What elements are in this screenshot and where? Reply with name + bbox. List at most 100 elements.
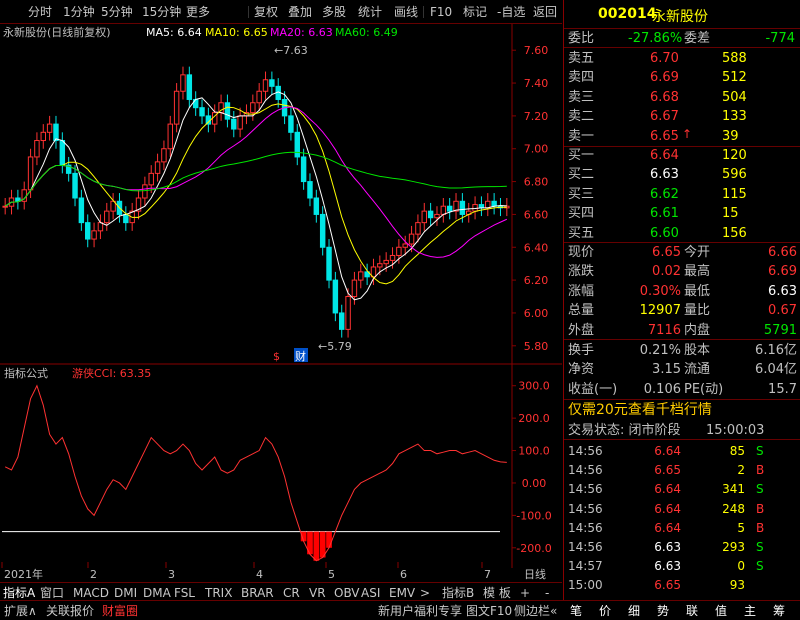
- indicator-tab[interactable]: TRIX: [205, 585, 232, 601]
- weicha-value: -774: [765, 31, 795, 46]
- tick-time: 14:56: [568, 520, 603, 535]
- panel-tab[interactable]: 价: [599, 603, 611, 619]
- price-tick-label: 6.00: [524, 307, 549, 320]
- indicator-tab[interactable]: CR: [283, 585, 300, 601]
- order-level: 卖四: [568, 70, 595, 86]
- candle-body: [78, 197, 85, 224]
- order-row[interactable]: 卖三 6.68 504: [564, 88, 800, 107]
- toolbar-item[interactable]: 复权: [254, 4, 278, 20]
- order-price: 6.62: [650, 186, 679, 202]
- chart-toolbar: 分时 1分钟 5分钟 15分钟 更多 复权 叠加 多股 统计 画线 F10 标记 -自选 返回: [0, 0, 562, 24]
- toolbar-item[interactable]: 画线: [394, 4, 418, 20]
- order-row[interactable]: 卖五 6.70 588: [564, 49, 800, 68]
- toolbar-item[interactable]: 叠加: [288, 4, 312, 20]
- order-volume: 133: [722, 109, 747, 125]
- indicator-tab[interactable]: VR: [309, 585, 326, 601]
- panel-tab[interactable]: 主: [744, 603, 756, 619]
- order-row[interactable]: 买四 6.61 15: [564, 204, 800, 223]
- toolbar-item[interactable]: 标记: [463, 4, 487, 20]
- indicator-tab[interactable]: 指标B: [442, 585, 474, 601]
- candle-body: [339, 312, 345, 330]
- panel-tab[interactable]: 联: [686, 603, 698, 619]
- kline-chart[interactable]: 7.60 7.40 7.20 7.00 6.80 6.60 6.40 6.20 6.00 5.80…: [0, 24, 562, 584]
- status-link[interactable]: 图文F10: [466, 603, 512, 619]
- stock-name: 永新股份: [652, 9, 708, 25]
- tick-time: 14:56: [568, 463, 603, 478]
- tick-time: 14:56: [568, 540, 603, 554]
- order-price: 6.64: [650, 148, 679, 163]
- order-row[interactable]: 买五 6.60 156: [564, 224, 800, 243]
- toolbar-item[interactable]: 多股: [322, 4, 346, 20]
- order-row[interactable]: 卖四 6.69 512: [564, 68, 800, 87]
- indicator-tab[interactable]: MACD: [73, 585, 109, 601]
- weibi-row: 委比 -27.86% 委差 -774: [564, 29, 800, 48]
- dividend-marker[interactable]: $: [273, 350, 280, 363]
- indicator-tab[interactable]: BRAR: [241, 585, 274, 601]
- indicator-tab[interactable]: 指标A: [3, 585, 35, 601]
- status-link[interactable]: 新用户福利专享: [378, 603, 462, 619]
- indicator-tab[interactable]: DMA: [143, 585, 171, 601]
- toolbar-item[interactable]: 15分钟: [142, 4, 181, 20]
- order-level: 卖一: [568, 128, 595, 144]
- status-tab[interactable]: 扩展∧: [4, 603, 37, 619]
- quote-row: 涨跌 0.02 最高 6.69: [564, 262, 800, 281]
- toolbar-item[interactable]: 更多: [186, 4, 210, 20]
- order-row[interactable]: 买三 6.62 115: [564, 185, 800, 204]
- toolbar-item[interactable]: 分时: [28, 4, 52, 20]
- indicator-tab[interactable]: +: [520, 585, 530, 601]
- indicator-tab[interactable]: ASI: [361, 585, 380, 601]
- indicator-tab[interactable]: FSL: [174, 585, 195, 601]
- up-arrow-icon: ↑: [682, 127, 693, 141]
- order-row[interactable]: 卖二 6.67 133: [564, 107, 800, 126]
- chart-area[interactable]: 7.60 7.40 7.20 7.00 6.80 6.60 6.40 6.20 6.00 5.80…: [0, 24, 562, 581]
- order-level: 买二: [568, 167, 595, 183]
- quote-value: 0.02: [652, 264, 681, 280]
- promo-link[interactable]: 仅需20元查看千档行情: [564, 401, 800, 420]
- indicator-tab[interactable]: >: [420, 585, 430, 601]
- toolbar-item[interactable]: -自选: [497, 4, 525, 20]
- indicator-tab[interactable]: DMI: [114, 585, 137, 601]
- panel-tab[interactable]: 笔: [570, 603, 582, 619]
- status-link[interactable]: 侧边栏«: [514, 603, 557, 619]
- tick-price: 6.64: [654, 444, 681, 458]
- indicator-tab[interactable]: EMV: [389, 585, 415, 601]
- indicator-tab[interactable]: OBV: [334, 585, 360, 601]
- app-logo: [2, 4, 22, 18]
- status-tab[interactable]: 关联报价: [46, 603, 94, 619]
- price-tick-label: 6.60: [524, 208, 549, 221]
- high-annotation: ←7.63: [274, 44, 308, 57]
- panel-tab[interactable]: 细: [628, 603, 640, 619]
- candle-body: [123, 213, 129, 224]
- quote-label: 量比: [684, 303, 711, 319]
- quote-value: 0.67: [768, 303, 797, 319]
- indicator-tab[interactable]: -: [545, 585, 549, 601]
- candle-body: [250, 102, 256, 114]
- indicator-tab[interactable]: 模 板: [483, 585, 511, 601]
- status-tab[interactable]: 财富圈: [102, 603, 138, 619]
- toolbar-item[interactable]: 5分钟: [101, 4, 133, 20]
- panel-tab[interactable]: 筹: [773, 603, 785, 619]
- toolbar-item[interactable]: F10: [430, 4, 452, 20]
- panel-tab[interactable]: 势: [657, 603, 669, 619]
- toolbar-item[interactable]: 1分钟: [63, 4, 95, 20]
- period-label[interactable]: 日线: [524, 567, 546, 581]
- candle-body: [34, 140, 40, 158]
- quote-label: 涨幅: [568, 283, 595, 299]
- trade-status-time: 15:00:03: [706, 423, 765, 438]
- tick-volume: 293: [722, 540, 745, 554]
- order-row[interactable]: 买二 6.63 596: [564, 165, 800, 184]
- quote-row: 现价 6.65 今开 6.66: [564, 243, 800, 262]
- toolbar-item[interactable]: 返回: [533, 4, 557, 20]
- panel-tab[interactable]: 值: [715, 603, 727, 619]
- candle-body: [167, 123, 173, 150]
- toolbar-item[interactable]: 统计: [358, 4, 382, 20]
- tick-row: 14:56 6.64 5 B: [564, 519, 800, 538]
- order-level: 卖五: [568, 51, 595, 66]
- indicator-tab[interactable]: 窗口: [40, 585, 64, 601]
- indicator-label[interactable]: 指标公式: [4, 366, 48, 380]
- order-row[interactable]: 买一 6.64 120: [564, 146, 800, 165]
- candle-body: [396, 246, 402, 256]
- ma10-legend: MA10: 6.65: [205, 26, 268, 39]
- price-tick-label: 7.40: [524, 77, 549, 90]
- candle-body: [85, 222, 91, 240]
